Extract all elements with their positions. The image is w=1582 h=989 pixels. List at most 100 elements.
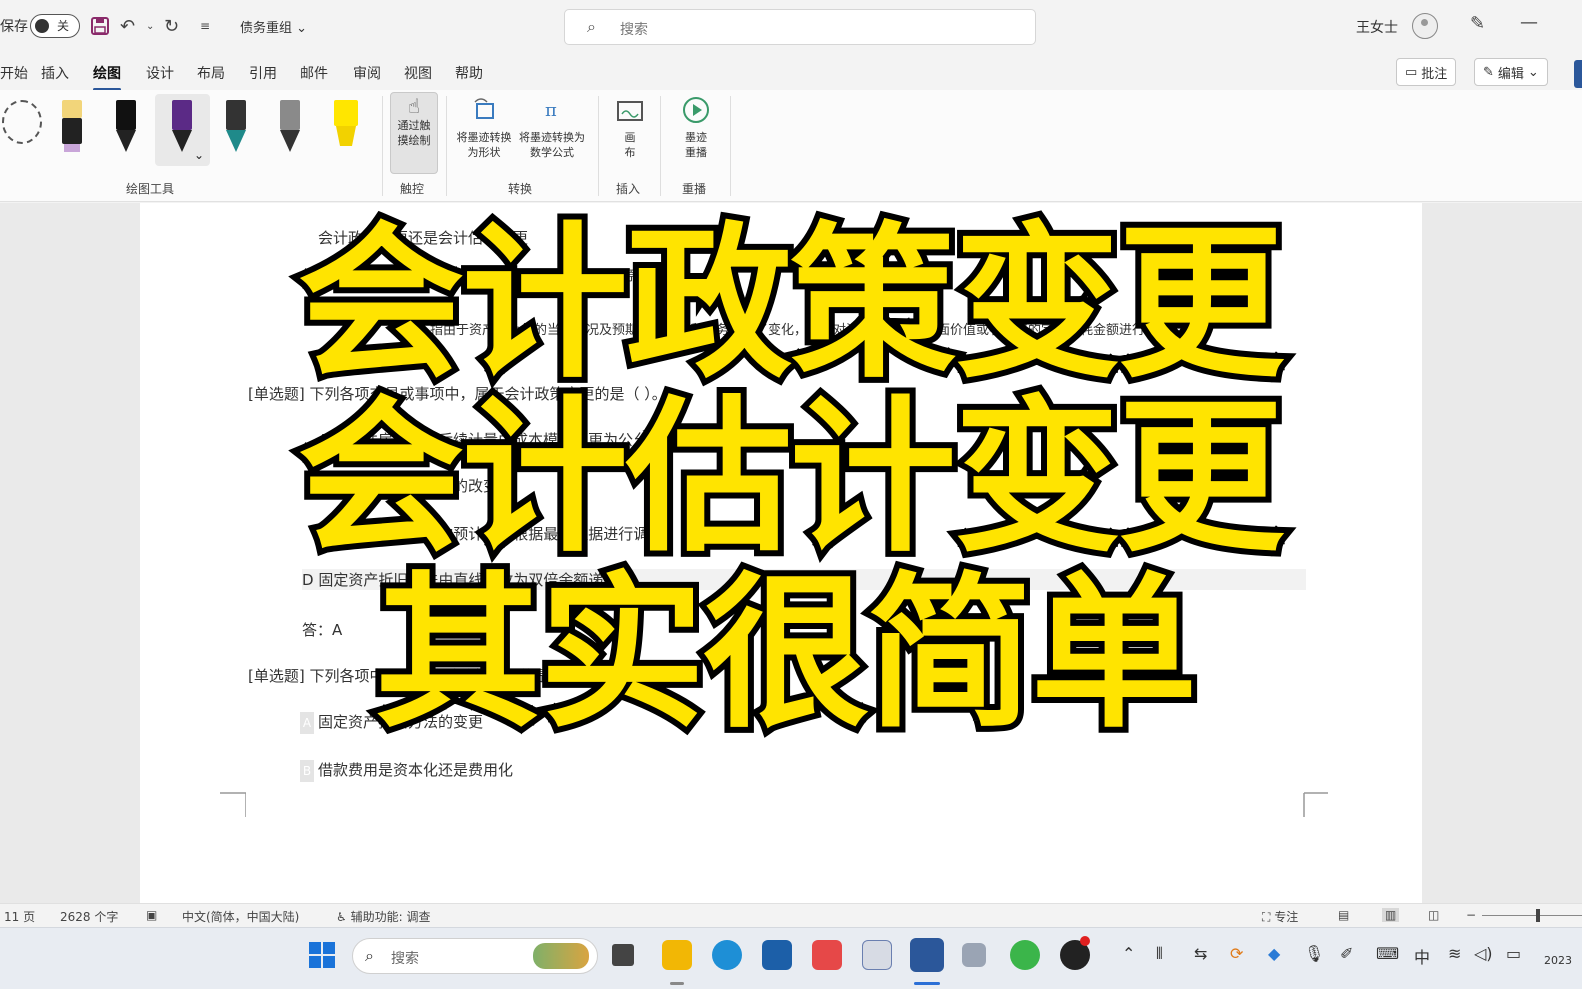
- tab-references[interactable]: 引用: [249, 63, 277, 83]
- taskbar-search-placeholder: 搜索: [391, 951, 419, 967]
- read-mode-icon[interactable]: ▤: [1338, 908, 1349, 922]
- battery-icon[interactable]: ▭: [1506, 944, 1521, 963]
- customize-toolbar-icon[interactable]: ≡: [200, 14, 210, 38]
- option-marker: B: [300, 759, 314, 782]
- ribbon-divider: [382, 96, 383, 196]
- ribbon-tabs: 开始 插入 绘图 设计 布局 引用 邮件 审阅 视图 帮助 ▭ 批注 ✎ 编辑 …: [0, 56, 1582, 91]
- focus-mode[interactable]: ⛶ 专注: [1262, 908, 1298, 925]
- file-explorer-icon[interactable]: [662, 940, 692, 970]
- proofing-icon[interactable]: ▣: [146, 908, 157, 922]
- tab-help[interactable]: 帮助: [455, 63, 483, 83]
- zoom-out-icon[interactable]: −: [1466, 908, 1476, 922]
- tab-review[interactable]: 审阅: [353, 63, 381, 83]
- keyboard-icon[interactable]: ⌨: [1376, 944, 1399, 963]
- wifi-icon[interactable]: ≋: [1448, 944, 1461, 963]
- redo-icon[interactable]: ↻: [164, 14, 179, 38]
- focus-label: 专注: [1274, 910, 1299, 924]
- avatar[interactable]: [1412, 13, 1438, 39]
- editing-label: 编辑: [1497, 66, 1524, 82]
- comments-button[interactable]: ▭ 批注: [1396, 58, 1457, 86]
- pen-menu-icon[interactable]: ✐: [1340, 944, 1353, 963]
- pen-tool-teal[interactable]: [222, 96, 250, 156]
- focus-icon: ⛶: [1262, 910, 1271, 924]
- tray-app-icon[interactable]: ⫴: [1156, 944, 1163, 964]
- document-title[interactable]: 债务重组 ⌄: [240, 17, 307, 36]
- draw-ribbon: ⌄ 绘图工具 ☝ 通过触摸绘制 触控 将墨迹转换为形状 π 将墨迹转换为数学公式…: [0, 90, 1582, 202]
- windows-start-icon[interactable]: [308, 941, 336, 969]
- zoom-slider[interactable]: [1482, 915, 1582, 916]
- pencil-tool-gray[interactable]: [276, 96, 304, 156]
- ime-indicator[interactable]: 中: [1414, 944, 1430, 968]
- microphone-icon[interactable]: 🎙: [1304, 944, 1324, 963]
- group-label-drawing-tools: 绘图工具: [126, 182, 175, 196]
- user-name[interactable]: 王女士: [1356, 17, 1398, 37]
- app-grid-icon[interactable]: [962, 943, 986, 967]
- zoom-slider-thumb[interactable]: [1536, 909, 1540, 922]
- replay-icon: [683, 97, 709, 123]
- canvas-button[interactable]: 画布: [610, 94, 650, 160]
- web-layout-icon[interactable]: ◫: [1428, 908, 1439, 922]
- tray-refresh-icon[interactable]: ⟳: [1230, 944, 1243, 963]
- comments-label: 批注: [1421, 66, 1448, 82]
- pen-tool-pale-yellow[interactable]: [58, 96, 86, 156]
- taskbar-search[interactable]: ⌕ 搜索: [352, 938, 598, 974]
- tab-draw[interactable]: 绘图: [93, 63, 121, 91]
- store-icon[interactable]: [762, 940, 792, 970]
- pen-tool-purple[interactable]: [168, 96, 196, 156]
- tab-layout[interactable]: 布局: [197, 63, 225, 83]
- language-indicator[interactable]: 中文(简体，中国大陆): [182, 908, 299, 925]
- print-layout-icon[interactable]: ▥: [1382, 908, 1400, 922]
- chart-app-icon[interactable]: [862, 940, 892, 970]
- notification-dot: [1080, 936, 1090, 946]
- ink-to-math-button[interactable]: π 将墨迹转换为数学公式: [518, 94, 588, 160]
- tray-sync-icon[interactable]: ⇆: [1194, 944, 1207, 963]
- word-count[interactable]: 2628 个字: [60, 908, 118, 925]
- draw-with-touch-label: 通过触摸绘制: [397, 119, 431, 147]
- tab-insert[interactable]: 插入: [41, 63, 69, 83]
- tab-view[interactable]: 视图: [404, 63, 432, 83]
- ink-to-shape-button[interactable]: 将墨迹转换为形状: [456, 94, 514, 160]
- crop-mark-right: [1303, 792, 1328, 817]
- tab-design[interactable]: 设计: [146, 63, 174, 83]
- save-icon[interactable]: [90, 14, 110, 38]
- undo-icon[interactable]: ↶: [120, 14, 135, 38]
- ink-to-math-label: 将墨迹转换为数学公式: [519, 131, 585, 159]
- undo-dropdown-icon[interactable]: ⌄: [146, 14, 154, 38]
- minimize-button[interactable]: —: [1520, 12, 1538, 33]
- taskbar: ⌕ 搜索 ⌃ ⫴ ⇆ ⟳ ◆ 🎙 ✐ ⌨ 中 ≋ ◁) ▭ 2023: [0, 927, 1582, 989]
- ink-replay-button[interactable]: 墨迹重播: [676, 94, 716, 160]
- highlighter-tool-yellow[interactable]: [332, 96, 360, 156]
- word-app-icon[interactable]: [910, 938, 944, 972]
- clock[interactable]: 2023: [1544, 954, 1572, 967]
- headline-line-3: 其实很简单: [369, 554, 1203, 756]
- tray-security-icon[interactable]: ◆: [1268, 944, 1280, 963]
- ink-to-math-icon: π: [545, 100, 557, 121]
- group-label-touch: 触控: [400, 182, 425, 196]
- share-button-edge[interactable]: [1574, 60, 1582, 88]
- group-label-convert: 转换: [508, 182, 533, 196]
- hand-pointer-icon: ☝: [407, 94, 421, 118]
- designer-pen-icon[interactable]: ✎: [1470, 13, 1485, 34]
- page-count[interactable]: 11 页: [4, 908, 35, 925]
- edge-browser-icon[interactable]: [712, 940, 742, 970]
- task-view-icon[interactable]: [612, 944, 634, 966]
- lasso-select-icon[interactable]: [2, 100, 42, 144]
- search-input[interactable]: ⌕ 搜索: [564, 9, 1036, 45]
- search-highlight-image: [533, 943, 589, 969]
- wechat-icon[interactable]: [1010, 940, 1040, 970]
- volume-icon[interactable]: ◁): [1474, 944, 1493, 963]
- tab-mailings[interactable]: 邮件: [300, 63, 328, 83]
- search-icon: ⌕: [365, 946, 374, 965]
- tab-home[interactable]: 开始: [0, 63, 28, 83]
- headline-line-1: 会计政策变更: [292, 204, 1290, 406]
- autosave-toggle[interactable]: 关: [30, 14, 80, 38]
- app-red-icon[interactable]: [812, 940, 842, 970]
- accessibility-status[interactable]: ♿ 辅助功能: 调查: [336, 908, 430, 925]
- show-hidden-icons[interactable]: ⌃: [1122, 944, 1135, 963]
- editing-mode-button[interactable]: ✎ 编辑 ⌄: [1474, 58, 1548, 86]
- ribbon-divider: [660, 96, 661, 196]
- pen-options-chevron-icon[interactable]: ⌄: [194, 148, 204, 162]
- pen-tool-black[interactable]: [112, 96, 140, 156]
- pencil-icon: ✎: [1483, 64, 1494, 80]
- autosave-label: 保存: [0, 19, 28, 35]
